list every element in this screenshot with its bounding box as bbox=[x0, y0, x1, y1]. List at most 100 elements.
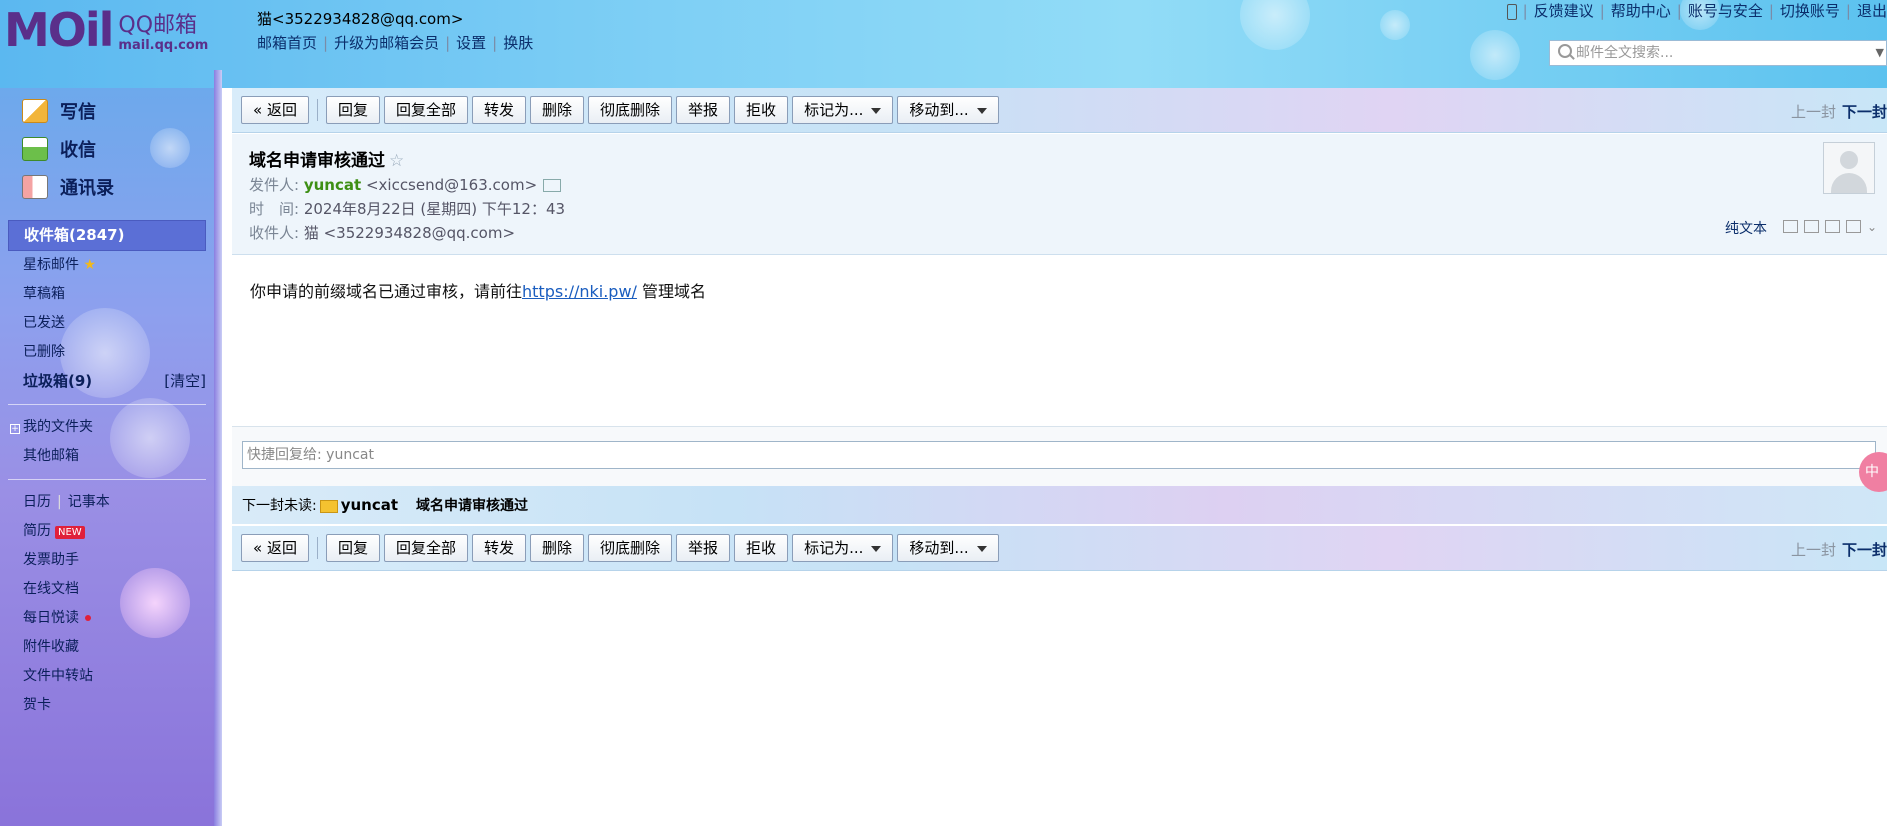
sender-name[interactable]: yuncat bbox=[304, 176, 361, 194]
plain-text-link[interactable]: 纯文本 bbox=[1725, 218, 1767, 238]
contacts-icon bbox=[22, 175, 48, 199]
resume-label: 简历 bbox=[23, 523, 51, 539]
link-switch-account[interactable]: 切换账号 bbox=[1780, 2, 1840, 20]
reject-button[interactable]: 拒收 bbox=[734, 96, 789, 124]
link-calendar[interactable]: 日历 bbox=[23, 494, 51, 510]
more-chevron-icon[interactable]: ⌄ bbox=[1867, 220, 1877, 234]
mail-time-row: 时 间: 2024年8月22日 (星期四) 下午12：43 bbox=[249, 198, 565, 219]
from-label: 发件人: bbox=[249, 176, 300, 194]
forward-button[interactable]: 转发 bbox=[471, 534, 526, 562]
mail-body: 你申请的前缀域名已通过审核，请前往https://nki.pw/ 管理域名 bbox=[250, 278, 706, 302]
contacts-button[interactable]: 通讯录 bbox=[22, 168, 114, 206]
new-window-icon[interactable] bbox=[1782, 220, 1798, 233]
quick-reply-input[interactable]: 快捷回复给: yuncat bbox=[242, 441, 1876, 469]
translate-icon[interactable] bbox=[1803, 220, 1819, 233]
delete-button[interactable]: 删除 bbox=[530, 96, 585, 124]
reply-all-button[interactable]: 回复全部 bbox=[383, 96, 468, 124]
reply-button[interactable]: 回复 bbox=[325, 96, 380, 124]
mail-time: 2024年8月22日 (星期四) 下午12：43 bbox=[303, 200, 566, 218]
star-icon: ★ bbox=[83, 257, 97, 273]
folder-other-mailbox[interactable]: 其他邮箱 bbox=[8, 442, 206, 471]
user-account: 猫<3522934828@qq.com> bbox=[257, 10, 464, 28]
dropdown-arrow-icon bbox=[976, 545, 987, 552]
link-invoice[interactable]: 发票助手 bbox=[8, 546, 206, 575]
nav-skin[interactable]: 换肤 bbox=[503, 34, 533, 52]
move-to-dropdown[interactable]: 移动到... bbox=[897, 534, 999, 562]
folder-spam[interactable]: 垃圾箱(9) [清空] bbox=[8, 367, 206, 396]
back-button[interactable]: « 返回 bbox=[241, 96, 309, 124]
sender-address: <xiccsend@163.com> bbox=[365, 176, 538, 194]
logo-mail-text: MOil bbox=[4, 3, 114, 57]
link-notes[interactable]: 记事本 bbox=[68, 494, 110, 510]
delete-permanent-button[interactable]: 彻底删除 bbox=[588, 96, 673, 124]
dropdown-arrow-icon bbox=[871, 107, 882, 114]
mail-recipient: 猫 <3522934828@qq.com> bbox=[303, 224, 516, 242]
next-unread-subject[interactable]: 域名申请审核通过 bbox=[416, 498, 528, 514]
link-daily-read[interactable]: 每日悦读 bbox=[8, 604, 206, 633]
link-help[interactable]: 帮助中心 bbox=[1611, 2, 1671, 20]
nav-settings[interactable]: 设置 bbox=[456, 34, 486, 52]
contact-card-icon[interactable] bbox=[543, 179, 562, 192]
expand-icon[interactable]: + bbox=[10, 424, 20, 434]
next-mail-link[interactable]: 下一封 bbox=[1842, 103, 1887, 121]
link-file-transfer[interactable]: 文件中转站 bbox=[8, 662, 206, 691]
link-online-docs[interactable]: 在线文档 bbox=[8, 575, 206, 604]
link-feedback[interactable]: 反馈建议 bbox=[1534, 2, 1594, 20]
mark-as-dropdown[interactable]: 标记为... bbox=[792, 534, 894, 562]
folder-spam-label: 垃圾箱(9) bbox=[23, 372, 93, 390]
calendar-notes-row: 日历 | 记事本 bbox=[23, 494, 110, 510]
forward-button[interactable]: 转发 bbox=[471, 96, 526, 124]
back-button[interactable]: « 返回 bbox=[241, 534, 309, 562]
folder-drafts[interactable]: 草稿箱 bbox=[8, 280, 206, 309]
toolbar-divider bbox=[316, 537, 318, 559]
report-button[interactable]: 举报 bbox=[676, 96, 731, 124]
contacts-label: 通讯录 bbox=[60, 178, 114, 199]
body-link[interactable]: https://nki.pw/ bbox=[522, 282, 637, 301]
next-unread-label: 下一封未读: bbox=[242, 498, 317, 514]
nav-upgrade-vip[interactable]: 升级为邮箱会员 bbox=[334, 34, 439, 52]
qq-mail-logo[interactable]: MOil QQ邮箱 mail.qq.com bbox=[4, 6, 208, 54]
search-input[interactable]: 邮件全文搜索... ▼ bbox=[1549, 40, 1887, 66]
pager: 上一封 下一封 bbox=[1791, 539, 1887, 560]
spam-clear-link[interactable]: [清空] bbox=[164, 367, 206, 396]
move-to-dropdown[interactable]: 移动到... bbox=[897, 96, 999, 124]
delete-permanent-button[interactable]: 彻底删除 bbox=[588, 534, 673, 562]
folder-my-folders[interactable]: + 我的文件夹 bbox=[8, 413, 206, 442]
delete-button[interactable]: 删除 bbox=[530, 534, 585, 562]
my-folders-label: 我的文件夹 bbox=[23, 419, 93, 435]
compose-button[interactable]: 写信 bbox=[22, 92, 114, 130]
folder-sent[interactable]: 已发送 bbox=[8, 309, 206, 338]
link-logout[interactable]: 退出 bbox=[1857, 2, 1887, 20]
toolbar-divider bbox=[316, 99, 318, 121]
header-tools: ⌄ bbox=[1782, 220, 1877, 234]
mail-from-row: 发件人: yuncat <xiccsend@163.com> bbox=[249, 174, 562, 195]
prev-mail-link[interactable]: 上一封 bbox=[1791, 541, 1836, 559]
print-icon[interactable] bbox=[1845, 220, 1861, 233]
quick-reply-zone: 快捷回复给: yuncat bbox=[232, 426, 1887, 487]
link-attachments[interactable]: 附件收藏 bbox=[8, 633, 206, 662]
link-cards[interactable]: 贺卡 bbox=[8, 691, 206, 720]
link-security[interactable]: 账号与安全 bbox=[1688, 2, 1763, 20]
report-button[interactable]: 举报 bbox=[676, 534, 731, 562]
folder-deleted[interactable]: 已删除 bbox=[8, 338, 206, 367]
prev-mail-link[interactable]: 上一封 bbox=[1791, 103, 1836, 121]
folder-starred[interactable]: 星标邮件 ★ bbox=[8, 251, 206, 280]
reply-all-button[interactable]: 回复全部 bbox=[383, 534, 468, 562]
folder-inbox[interactable]: 收件箱(2847) bbox=[8, 220, 206, 251]
next-unread-sender[interactable]: yuncat bbox=[341, 496, 398, 514]
mark-as-dropdown[interactable]: 标记为... bbox=[792, 96, 894, 124]
mobile-icon[interactable] bbox=[1506, 3, 1517, 20]
chevron-down-icon[interactable]: ▼ bbox=[1876, 41, 1884, 65]
star-toggle-icon[interactable]: ☆ bbox=[389, 151, 404, 171]
link-resume[interactable]: 简历 NEW bbox=[8, 517, 206, 546]
receive-button[interactable]: 收信 bbox=[22, 130, 114, 168]
sender-avatar[interactable] bbox=[1823, 142, 1875, 194]
next-mail-link[interactable]: 下一封 bbox=[1842, 541, 1887, 559]
archive-icon[interactable] bbox=[1824, 220, 1840, 233]
move-to-label: 移动到... bbox=[909, 101, 969, 119]
nav-mail-home[interactable]: 邮箱首页 bbox=[257, 34, 317, 52]
reject-button[interactable]: 拒收 bbox=[734, 534, 789, 562]
time-label: 时 间: bbox=[249, 200, 300, 218]
compose-icon bbox=[22, 99, 48, 123]
reply-button[interactable]: 回复 bbox=[325, 534, 380, 562]
